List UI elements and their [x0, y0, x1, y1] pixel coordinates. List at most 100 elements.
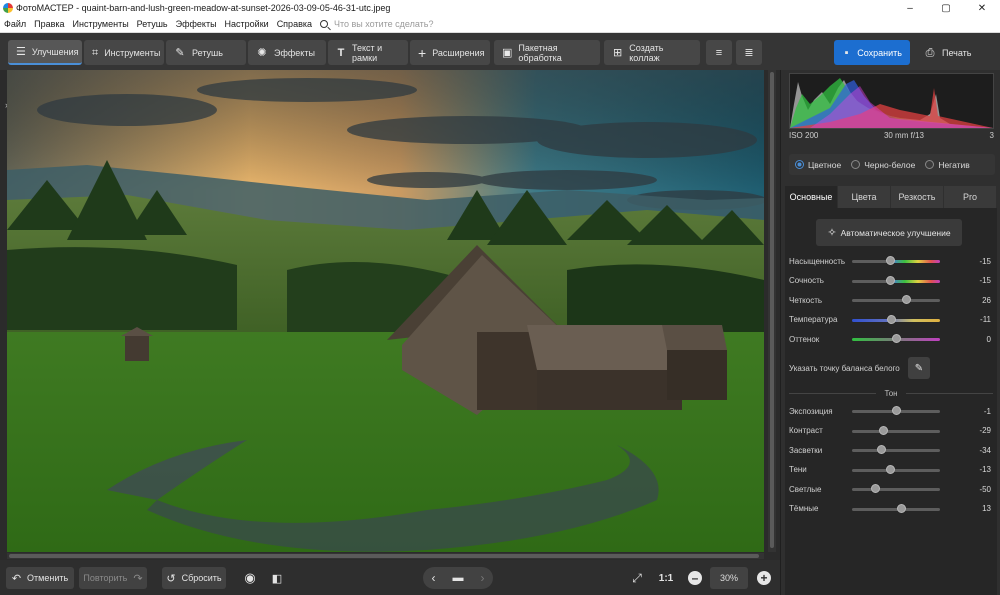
menu-effects[interactable]: Эффекты [172, 19, 221, 29]
slider-value[interactable]: -11 [961, 315, 991, 324]
horizontal-scroll-thumb[interactable] [9, 554, 759, 558]
slider-track[interactable] [852, 429, 940, 433]
undo-button[interactable]: ↶ Отменить [6, 567, 74, 589]
menu-file[interactable]: Файл [0, 19, 30, 29]
slider-value[interactable]: -34 [961, 446, 991, 455]
slider-handle[interactable] [886, 256, 896, 265]
menu-retouch[interactable]: Ретушь [133, 19, 172, 29]
eyedropper-icon[interactable]: ✎ [908, 357, 930, 379]
app-logo-icon [3, 3, 13, 13]
radio-color[interactable] [795, 160, 804, 169]
slider-value[interactable]: -50 [961, 485, 991, 494]
prev-image-icon[interactable]: ‹ [432, 571, 436, 585]
maximize-icon[interactable]: ▢ [928, 0, 964, 16]
menu-tools[interactable]: Инструменты [69, 19, 133, 29]
slider-track[interactable] [852, 488, 940, 491]
slider-handle[interactable] [891, 334, 901, 343]
menu-search[interactable]: Что вы хотите сделать? [320, 19, 434, 29]
slider-value[interactable]: 13 [961, 504, 991, 513]
adjustments-panel: ISO 200 30 mm f/13 3 Цветное Черно-белое… [780, 70, 1000, 595]
history-button[interactable]: ≣ [736, 40, 762, 65]
save-button[interactable]: ▪ Сохранить [834, 40, 910, 65]
slider-handle[interactable] [879, 425, 889, 435]
slider-value[interactable]: -13 [961, 465, 991, 474]
batch-processing-button[interactable]: ▣ Пакетная обработка [494, 40, 600, 65]
radio-bw[interactable] [851, 160, 861, 169]
horizontal-scrollbar[interactable] [7, 553, 764, 559]
mode-negative[interactable]: Негатив [925, 160, 970, 170]
image-icon: ▣ [502, 46, 513, 59]
vertical-scrollbar[interactable] [768, 70, 776, 552]
white-balance-row: Указать точку баланса белого ✎ [789, 357, 993, 379]
menu-help[interactable]: Справка [273, 19, 316, 29]
slider-handle[interactable] [902, 295, 912, 304]
slider-value[interactable]: -15 [961, 276, 991, 285]
menu-edit[interactable]: Правка [30, 19, 68, 29]
crop-icon: ⌗ [92, 46, 99, 59]
zoom-in-icon[interactable]: + [757, 571, 771, 585]
slider-value[interactable]: 0 [961, 335, 991, 344]
slider-handle[interactable] [887, 314, 897, 324]
compare-button[interactable]: ◧ [266, 567, 288, 589]
slider-handle[interactable] [877, 445, 887, 454]
mode-color[interactable]: Цветное [795, 160, 841, 170]
tab-pro[interactable]: Pro [944, 186, 996, 208]
printer-icon: ⎙ [925, 46, 935, 59]
slider-row: Засветки -34 [789, 443, 993, 457]
photo-canvas[interactable] [7, 70, 764, 552]
slider-handle[interactable] [891, 406, 901, 415]
slider-value[interactable]: -1 [961, 407, 991, 416]
mode-bw[interactable]: Черно-белое [851, 160, 915, 170]
slider-track[interactable] [852, 468, 940, 472]
add-adjustment-button[interactable]: ≡ [706, 40, 732, 65]
exif-extra: 3 [989, 131, 994, 140]
tone-title: Тон [884, 388, 898, 398]
zoom-1-1-button[interactable]: 1:1 [653, 567, 679, 589]
zoom-level[interactable]: 30% [710, 567, 748, 589]
minimize-icon[interactable]: – [892, 0, 928, 16]
auto-enhance-button[interactable]: ✧ Автоматическое улучшение [816, 219, 962, 246]
menu-settings[interactable]: Настройки [221, 19, 273, 29]
save-label: Сохранить [857, 47, 902, 58]
tab-basic[interactable]: Основные [785, 186, 837, 208]
slider-label: Контраст [789, 426, 823, 435]
slider-value[interactable]: 26 [961, 296, 991, 305]
tab-enhancements[interactable]: ☰ Улучшения [8, 40, 82, 65]
reset-button[interactable]: ↺ Сбросить [162, 567, 226, 589]
print-button[interactable]: ⎙ Печать [916, 40, 986, 65]
fit-screen-button[interactable]: ⤢ [626, 567, 648, 589]
histogram [789, 73, 994, 129]
window-title: ФотоМАСТЕР - quaint-barn-and-lush-green-… [16, 3, 391, 13]
create-collage-button[interactable]: ⊞ Создать коллаж [604, 40, 700, 65]
zoom-out-icon[interactable]: – [688, 571, 702, 585]
exif-info: ISO 200 30 mm f/13 3 [789, 131, 994, 140]
tab-tools[interactable]: ⌗ Инструменты [84, 40, 164, 65]
radio-negative[interactable] [925, 160, 935, 169]
next-image-icon[interactable]: › [481, 571, 485, 585]
tab-colors[interactable]: Цвета [838, 186, 890, 208]
slider-label: Тёмные [789, 504, 819, 513]
redo-button[interactable]: Повторить ↷ [79, 567, 147, 589]
photo-image [7, 70, 764, 552]
tab-sharpness[interactable]: Резкость [891, 186, 943, 208]
vertical-scroll-thumb[interactable] [770, 72, 774, 548]
slider-track[interactable] [852, 260, 940, 263]
title-bar: ФотоМАСТЕР - quaint-barn-and-lush-green-… [0, 0, 1000, 16]
preview-eye-button[interactable]: ◉ [238, 567, 262, 589]
slider-track[interactable] [852, 299, 940, 302]
slider-track[interactable] [852, 279, 940, 283]
slider-handle[interactable] [896, 503, 906, 513]
slider-value[interactable]: -15 [961, 257, 991, 266]
slider-handle[interactable] [871, 484, 881, 493]
text-icon: T [337, 46, 345, 59]
folder-icon[interactable]: ▬ [453, 572, 464, 584]
tab-text-frames[interactable]: T Текст и рамки [328, 40, 408, 65]
close-icon[interactable]: ✕ [964, 0, 1000, 16]
slider-handle[interactable] [886, 275, 896, 285]
slider-handle[interactable] [886, 464, 896, 474]
slider-track[interactable] [852, 449, 940, 452]
tab-effects[interactable]: ✺ Эффекты [248, 40, 326, 65]
slider-value[interactable]: -29 [961, 426, 991, 435]
tab-extensions[interactable]: + Расширения [410, 40, 490, 65]
tab-retouch[interactable]: ✎ Ретушь [166, 40, 246, 65]
